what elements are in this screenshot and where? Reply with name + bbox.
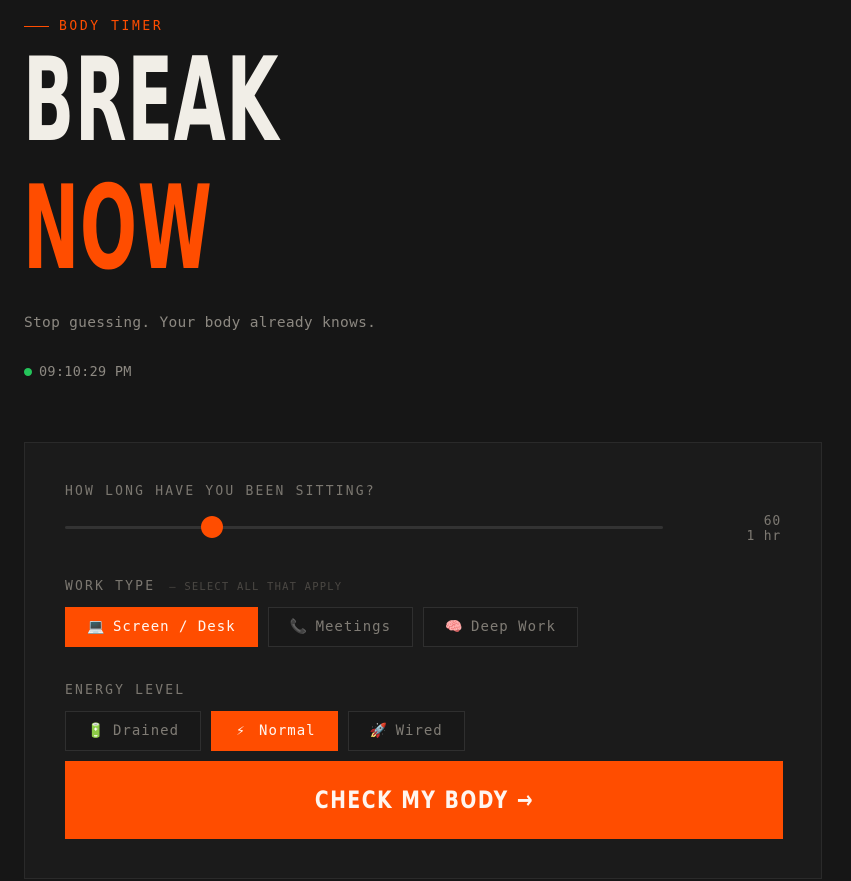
energy-option-label: Drained (113, 723, 180, 739)
rocket-icon: 🚀 (369, 723, 389, 739)
lightning-icon: ⚡ (236, 723, 246, 739)
battery-icon: 🔋 (87, 723, 106, 739)
sitting-label: HOW LONG HAVE YOU BEEN SITTING? (65, 484, 376, 499)
sitting-slider-thumb[interactable] (200, 516, 223, 538)
sitting-slider[interactable] (65, 516, 663, 538)
clock: 09:10:29 PM (24, 364, 132, 380)
work-type-option-meetings[interactable]: 📞 Meetings (267, 607, 414, 647)
energy-option-wired[interactable]: 🚀 Wired (347, 711, 465, 751)
energy-option-normal[interactable]: ⚡ Normal (211, 711, 338, 751)
work-type-label-text: WORK TYPE (65, 579, 156, 594)
energy-option-label: Normal (259, 723, 316, 739)
eyebrow-rule (24, 26, 49, 27)
work-type-label: WORK TYPE — SELECT ALL THAT APPLY (65, 579, 342, 594)
phone-icon: 📞 (289, 619, 309, 635)
tagline: Stop guessing. Your body already knows. (24, 315, 377, 331)
work-type-options: 💻 Screen / Desk 📞 Meetings 🧠 Deep Work (65, 607, 578, 647)
work-type-option-screen-desk[interactable]: 💻 Screen / Desk (65, 607, 258, 647)
sitting-value: 60 1 hr (746, 514, 781, 544)
body-check-card: HOW LONG HAVE YOU BEEN SITTING? 60 1 hr … (24, 442, 822, 879)
sitting-value-number: 60 (763, 514, 781, 529)
energy-option-drained[interactable]: 🔋 Drained (65, 711, 202, 751)
brain-icon: 🧠 (445, 619, 464, 635)
work-type-option-label: Deep Work (471, 619, 556, 635)
headline-line1: BREAK (23, 33, 280, 168)
work-type-option-label: Meetings (315, 619, 392, 635)
headline-line2: NOW (23, 161, 213, 296)
work-type-sublabel: — SELECT ALL THAT APPLY (169, 581, 343, 593)
energy-option-label: Wired (395, 723, 443, 739)
eyebrow: BODY TIMER (24, 19, 163, 34)
energy-label: ENERGY LEVEL (65, 683, 186, 698)
energy-options: 🔋 Drained ⚡ Normal 🚀 Wired (65, 711, 465, 751)
work-type-option-deep-work[interactable]: 🧠 Deep Work (423, 607, 578, 647)
status-dot-icon (24, 368, 32, 376)
check-my-body-label: CHECK MY BODY → (314, 786, 534, 814)
laptop-icon: 💻 (87, 619, 106, 635)
check-my-body-button[interactable]: CHECK MY BODY → (65, 761, 783, 839)
clock-time: 09:10:29 PM (39, 364, 132, 380)
work-type-option-label: Screen / Desk (113, 619, 236, 635)
sitting-value-unit: 1 hr (746, 529, 781, 544)
eyebrow-text: BODY TIMER (59, 19, 164, 34)
